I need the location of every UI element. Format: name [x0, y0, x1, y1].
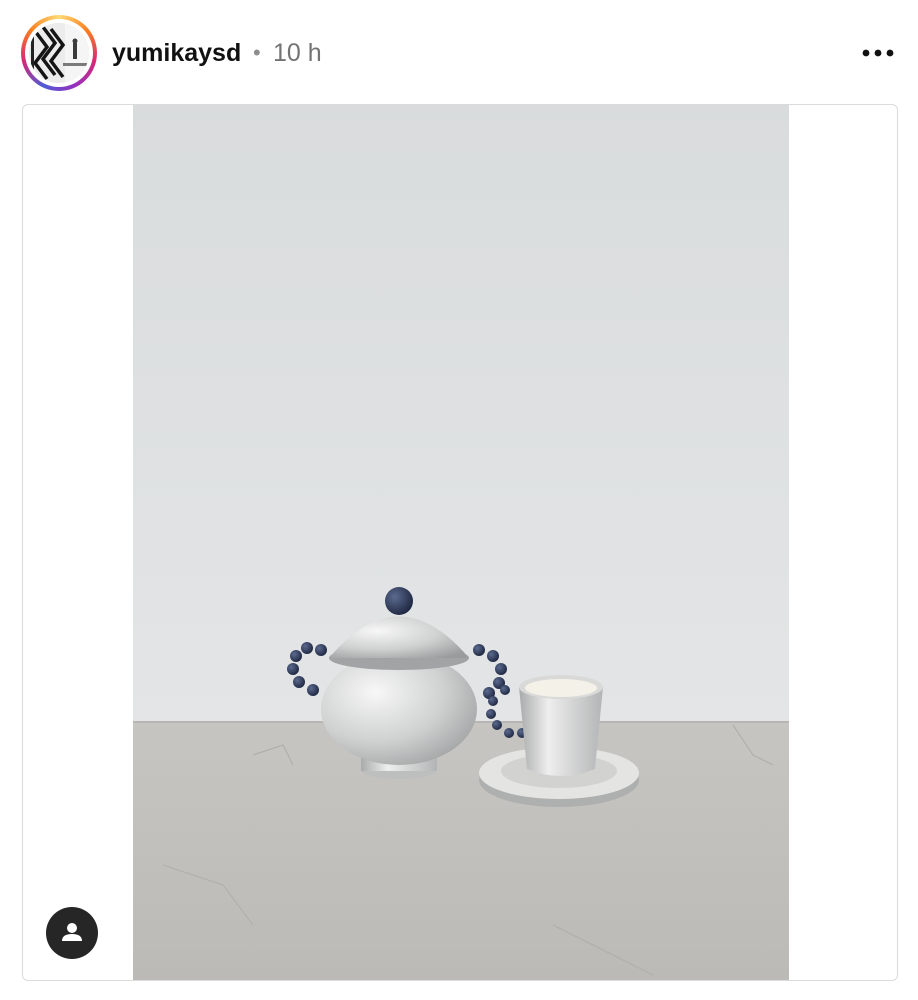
- avatar-border: [25, 19, 93, 87]
- separator-dot: •: [253, 40, 261, 65]
- more-options-button[interactable]: [856, 38, 900, 68]
- post-timestamp[interactable]: 10 h: [273, 36, 322, 70]
- more-horizontal-icon: [862, 49, 894, 57]
- user-tag-icon: [62, 923, 82, 941]
- post-media[interactable]: [22, 104, 898, 981]
- story-avatar[interactable]: [21, 15, 97, 91]
- post-photo[interactable]: [133, 105, 789, 981]
- username[interactable]: yumikaysd: [112, 36, 241, 70]
- avatar-image: [29, 23, 89, 83]
- post-header: yumikaysd • 10 h: [0, 0, 918, 106]
- tagged-users-button[interactable]: [46, 907, 98, 959]
- avatar: [29, 23, 89, 83]
